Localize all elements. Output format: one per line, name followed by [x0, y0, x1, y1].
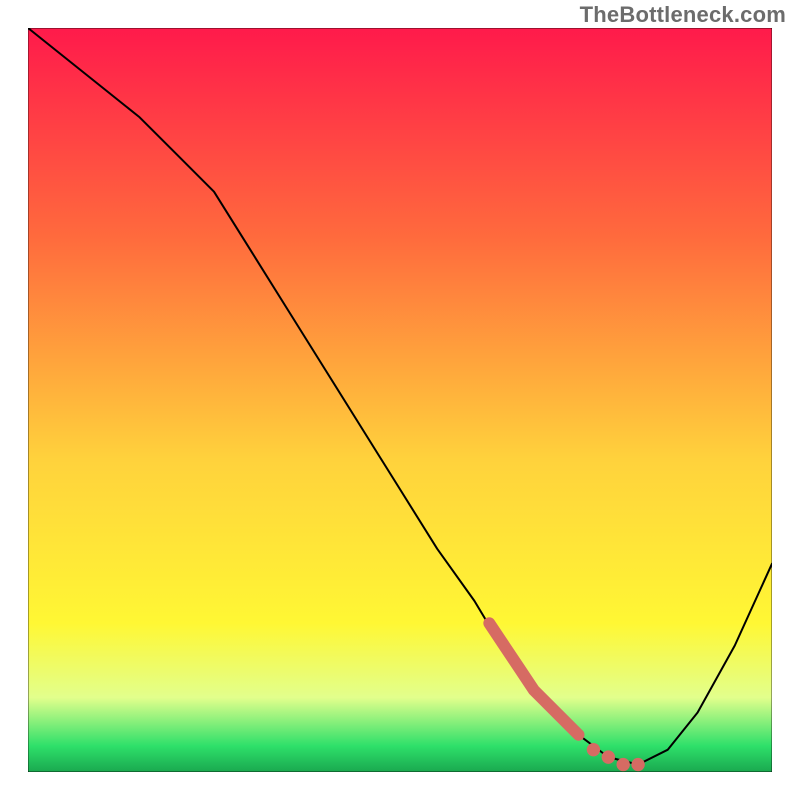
plot-area — [28, 28, 772, 772]
highlight-dot — [587, 743, 600, 756]
bottleneck-chart: TheBottleneck.com — [0, 0, 800, 800]
highlight-dot — [617, 758, 630, 771]
watermark-text: TheBottleneck.com — [580, 2, 786, 28]
chart-svg — [28, 28, 772, 772]
gradient-background — [28, 28, 772, 772]
highlight-dot — [602, 750, 615, 763]
highlight-dot — [631, 758, 644, 771]
